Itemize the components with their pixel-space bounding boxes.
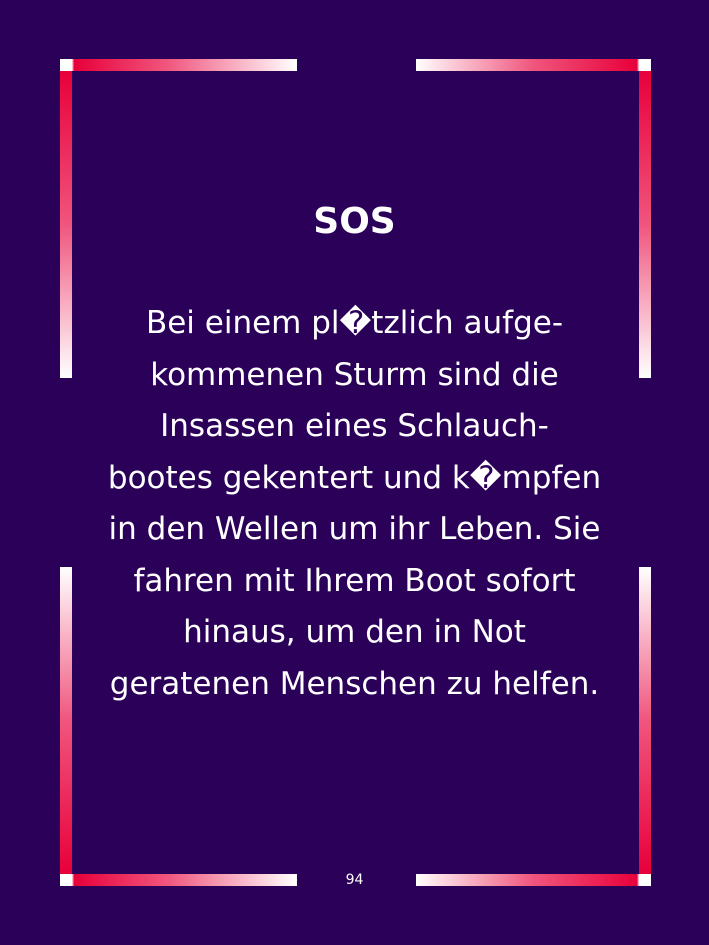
body-line: Bei einem pl�tzlich aufge- [145, 305, 564, 341]
body-line: bootes gekentert und k�mpfen [107, 459, 602, 496]
frame-top-right-bar [416, 59, 651, 71]
body-line: hinaus, um den in Not [183, 614, 526, 650]
body-line: Insassen eines Schlauch- [160, 408, 549, 444]
body-line: fahren mit Ihrem Boot sofort [133, 562, 576, 599]
frame-top-left-bar [60, 59, 297, 71]
card-title: SOS [313, 201, 396, 242]
frame-left-lower-bar [60, 567, 72, 874]
card-body-text: Bei einem pl�tzlich aufge- kommenen Stur… [90, 298, 619, 710]
body-line: kommenen Sturm sind die [150, 356, 559, 393]
body-line: geratenen Menschen zu helfen. [109, 665, 600, 702]
page-number: 94 [345, 872, 364, 888]
body-line: in den Wellen um ihr Leben. Sie [108, 511, 601, 547]
frame-right-lower-bar [639, 567, 651, 874]
